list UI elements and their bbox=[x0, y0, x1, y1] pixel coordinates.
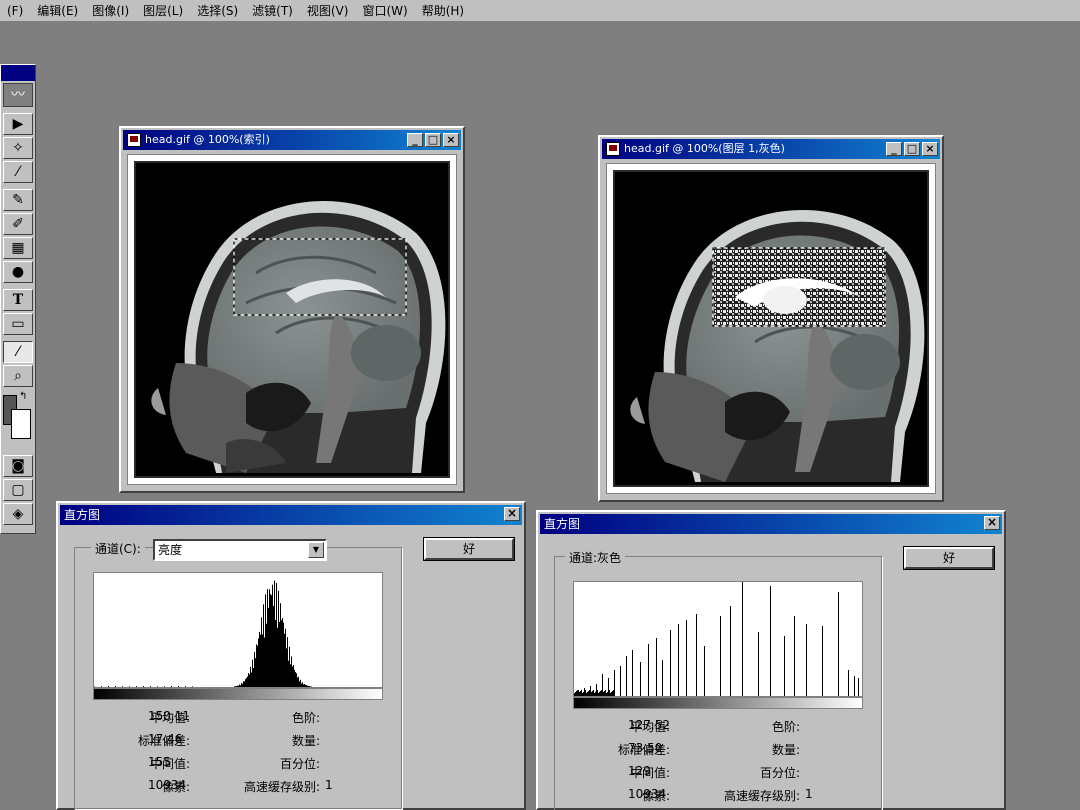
background-color-swatch[interactable] bbox=[11, 409, 31, 439]
eyedropper-tool-icon[interactable]: ⁄ bbox=[3, 161, 33, 183]
minimize-button[interactable]: _ bbox=[886, 142, 902, 156]
canvas-frame bbox=[606, 163, 936, 494]
canvas-frame bbox=[127, 154, 457, 485]
mri-image-canvas[interactable] bbox=[134, 161, 450, 478]
menu-select[interactable]: 选择(S) bbox=[190, 0, 245, 22]
gray-ramp bbox=[93, 688, 383, 700]
histogram-dialog-left: 直方图 × 通道(C): 亮度 ▼ 平均值: 150.11 标准偏差: 17.4… bbox=[56, 501, 526, 810]
median-label: 中间值: bbox=[629, 766, 670, 780]
brush-tool-icon[interactable]: ✎ bbox=[3, 189, 33, 211]
channel-label: 通道(C): bbox=[91, 540, 145, 557]
swap-colors-icon[interactable]: ↰ bbox=[19, 391, 27, 402]
close-button[interactable]: × bbox=[922, 142, 938, 156]
count-label: 数量: bbox=[291, 734, 320, 748]
gradient-tool-icon[interactable]: ▦ bbox=[3, 237, 33, 259]
menu-edit[interactable]: 编辑(E) bbox=[30, 0, 85, 22]
ok-button[interactable]: 好 bbox=[903, 546, 995, 570]
histogram-graph bbox=[93, 572, 383, 688]
median-value: 129 bbox=[628, 764, 651, 778]
type-tool-icon[interactable]: T bbox=[3, 289, 33, 311]
mri-head-image bbox=[151, 200, 446, 474]
image-window-left-title: head.gif @ 100%(索引) bbox=[145, 133, 270, 146]
maximize-button[interactable]: □ bbox=[425, 133, 441, 147]
histogram-group: 通道(C): 亮度 ▼ 平均值: 150.11 标准偏差: 17.46 中间值:… bbox=[74, 539, 402, 809]
histogram-bars bbox=[94, 580, 312, 687]
histogram-dialog-left-title[interactable]: 直方图 bbox=[60, 505, 522, 525]
count-label: 数量: bbox=[771, 743, 800, 757]
cache-label: 高速缓存级别: bbox=[243, 780, 320, 794]
histogram-group: 通道:灰色 平均值: 127.52 标准偏差: 73.50 中间值: 129 像… bbox=[554, 549, 882, 810]
rectangle-tool-icon[interactable]: ▭ bbox=[3, 313, 33, 335]
toolbox-titlebar[interactable] bbox=[1, 65, 35, 81]
histogram-dialog-right: 直方图 × 通道:灰色 平均值: 127.52 标准偏差: 73.50 中间值:… bbox=[536, 510, 1006, 810]
screen-mode-icon[interactable]: ▢ bbox=[3, 479, 33, 501]
pixels-value: 10934 bbox=[148, 778, 187, 792]
close-button[interactable]: × bbox=[984, 516, 1000, 530]
mean-value: 127.52 bbox=[628, 718, 670, 732]
maximize-button[interactable]: □ bbox=[904, 142, 920, 156]
eyedropper-tool-2-icon[interactable]: ⁄ bbox=[3, 341, 33, 363]
std-value: 73.50 bbox=[628, 741, 663, 755]
history-brush-tool-icon[interactable]: ✐ bbox=[3, 213, 33, 235]
menu-file[interactable]: (F) bbox=[0, 0, 30, 22]
menu-bar: (F) 编辑(E) 图像(I) 图层(L) 选择(S) 滤镜(T) 视图(V) … bbox=[0, 0, 1080, 22]
mean-value: 150.11 bbox=[148, 709, 190, 723]
channel-label: 通道:灰色 bbox=[565, 549, 626, 566]
channel-select[interactable]: 亮度 ▼ bbox=[153, 539, 327, 561]
menu-image[interactable]: 图像(I) bbox=[85, 0, 136, 22]
channel-value: 亮度 bbox=[158, 543, 183, 557]
std-value: 17.46 bbox=[148, 732, 183, 746]
image-window-right: head.gif @ 100%(图层 1,灰色) _ □ × bbox=[598, 135, 944, 502]
toolbox-palette: 〰 ▶ ✧ ⁄ ✎ ✐ ▦ ● T ▭ ⁄ ⌕ ↰ ◙ ▢ ◈ bbox=[0, 64, 36, 534]
percent-label: 百分位: bbox=[279, 757, 320, 771]
level-label: 色阶: bbox=[291, 711, 320, 725]
median-label: 中间值: bbox=[149, 757, 190, 771]
image-window-right-titlebar[interactable]: head.gif @ 100%(图层 1,灰色) _ □ × bbox=[602, 139, 940, 159]
histogram-bars bbox=[574, 582, 859, 696]
percent-label: 百分位: bbox=[759, 766, 800, 780]
pixels-value: 10934 bbox=[628, 787, 667, 801]
image-window-left: head.gif @ 100%(索引) _ □ × bbox=[119, 126, 465, 493]
menu-view[interactable]: 视图(V) bbox=[300, 0, 356, 22]
menu-help[interactable]: 帮助(H) bbox=[415, 0, 471, 22]
menu-window[interactable]: 窗口(W) bbox=[355, 0, 414, 22]
cache-label: 高速缓存级别: bbox=[723, 789, 800, 803]
mri-head-image-enhanced bbox=[630, 209, 925, 483]
quick-mask-icon[interactable]: ◙ bbox=[3, 455, 33, 477]
image-window-right-title: head.gif @ 100%(图层 1,灰色) bbox=[624, 142, 785, 155]
chevron-down-icon[interactable]: ▼ bbox=[308, 542, 324, 558]
mri-image-canvas[interactable] bbox=[613, 170, 929, 487]
cache-value: 1 bbox=[805, 787, 813, 801]
zoom-tool-icon[interactable]: ⌕ bbox=[3, 365, 33, 387]
ok-button[interactable]: 好 bbox=[423, 537, 515, 561]
document-icon bbox=[606, 142, 620, 156]
feather-logo-icon[interactable]: 〰 bbox=[3, 83, 33, 107]
histogram-dialog-right-title[interactable]: 直方图 bbox=[540, 514, 1002, 534]
histogram-graph bbox=[573, 581, 863, 697]
minimize-button[interactable]: _ bbox=[407, 133, 423, 147]
menu-filter[interactable]: 滤镜(T) bbox=[245, 0, 300, 22]
document-icon bbox=[127, 133, 141, 147]
median-value: 155 bbox=[148, 755, 171, 769]
move-tool-icon[interactable]: ▶ bbox=[3, 113, 33, 135]
menu-layer[interactable]: 图层(L) bbox=[136, 0, 190, 22]
image-window-left-titlebar[interactable]: head.gif @ 100%(索引) _ □ × bbox=[123, 130, 461, 150]
close-button[interactable]: × bbox=[504, 507, 520, 521]
burn-tool-icon[interactable]: ● bbox=[3, 261, 33, 283]
cache-value: 1 bbox=[325, 778, 333, 792]
level-label: 色阶: bbox=[771, 720, 800, 734]
magic-wand-tool-icon[interactable]: ✧ bbox=[3, 137, 33, 159]
jump-to-icon[interactable]: ◈ bbox=[3, 503, 33, 525]
close-button[interactable]: × bbox=[443, 133, 459, 147]
gray-ramp bbox=[573, 697, 863, 709]
